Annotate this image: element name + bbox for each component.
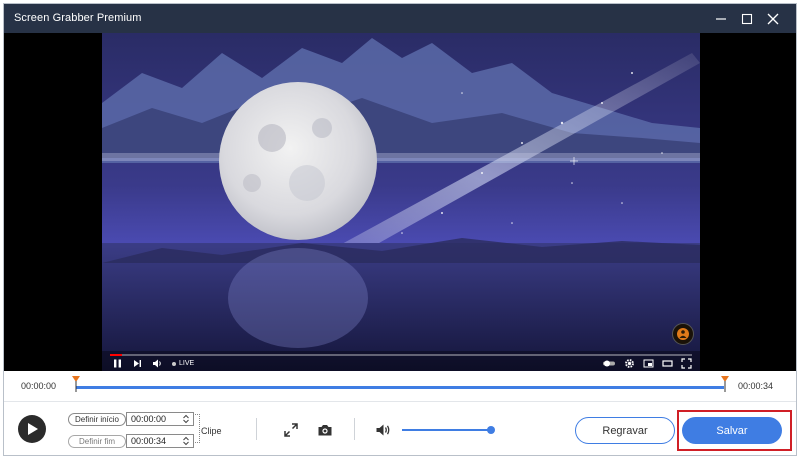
start-time-field[interactable]: 00:00:00 — [126, 412, 194, 426]
pause-icon[interactable] — [112, 358, 123, 369]
end-time-field[interactable]: 00:00:34 — [126, 434, 194, 448]
live-label: LIVE — [179, 360, 195, 367]
autoplay-toggle-icon[interactable] — [602, 358, 616, 369]
trim-end-handle[interactable] — [720, 376, 730, 394]
end-time-value: 00:00:34 — [131, 436, 167, 446]
save-button[interactable]: Salvar — [682, 417, 782, 444]
video-frame-image — [102, 33, 700, 371]
end-time-spinner-icon[interactable] — [182, 436, 190, 446]
bottom-controls: Definir início 00:00:00 Definir fim 00:0… — [4, 401, 796, 457]
divider — [256, 418, 257, 440]
fullscreen-icon[interactable] — [681, 358, 692, 369]
rerecord-button[interactable]: Regravar — [575, 417, 675, 444]
theater-icon[interactable] — [662, 358, 673, 369]
expand-icon[interactable] — [282, 421, 300, 439]
minimize-icon[interactable] — [710, 8, 732, 30]
timeline-end-time: 00:00:34 — [738, 381, 774, 391]
live-indicator[interactable]: LIVE — [172, 360, 194, 367]
start-time-value: 00:00:00 — [131, 414, 167, 424]
start-time-spinner-icon[interactable] — [182, 414, 190, 424]
window-title: Screen Grabber Premium — [14, 12, 142, 24]
embedded-progress-played — [110, 354, 122, 356]
speaker-icon[interactable] — [374, 421, 392, 439]
embedded-player-controls: LIVE — [102, 353, 700, 371]
embedded-progress-bar[interactable] — [110, 354, 692, 356]
video-preview[interactable]: LIVE — [4, 33, 796, 371]
channel-logo[interactable] — [672, 323, 694, 345]
settings-gear-icon[interactable] — [624, 358, 635, 369]
clip-bracket — [195, 414, 200, 443]
set-start-button[interactable]: Definir início — [68, 413, 126, 426]
live-dot — [172, 361, 176, 366]
set-end-button[interactable]: Definir fim — [68, 435, 126, 448]
volume-icon[interactable] — [152, 358, 163, 369]
close-icon[interactable] — [762, 8, 784, 30]
miniplayer-icon[interactable] — [643, 358, 654, 369]
volume-slider-handle[interactable] — [487, 426, 495, 434]
play-button[interactable] — [18, 415, 46, 443]
trim-start-handle[interactable] — [71, 376, 81, 394]
divider — [354, 418, 355, 440]
timeline-start-time: 00:00:00 — [21, 381, 57, 391]
title-bar: Screen Grabber Premium — [4, 4, 796, 33]
volume-slider[interactable] — [402, 429, 490, 431]
app-window: Screen Grabber Premium LIVE 00:00:00 00:… — [3, 3, 797, 456]
clip-label[interactable]: Clipe — [201, 426, 222, 436]
next-icon[interactable] — [132, 358, 143, 369]
camera-icon[interactable] — [316, 421, 334, 439]
timeline-track[interactable] — [76, 386, 724, 389]
trim-timeline: 00:00:00 00:00:34 — [4, 372, 796, 400]
maximize-icon[interactable] — [736, 8, 758, 30]
play-icon — [28, 423, 38, 435]
